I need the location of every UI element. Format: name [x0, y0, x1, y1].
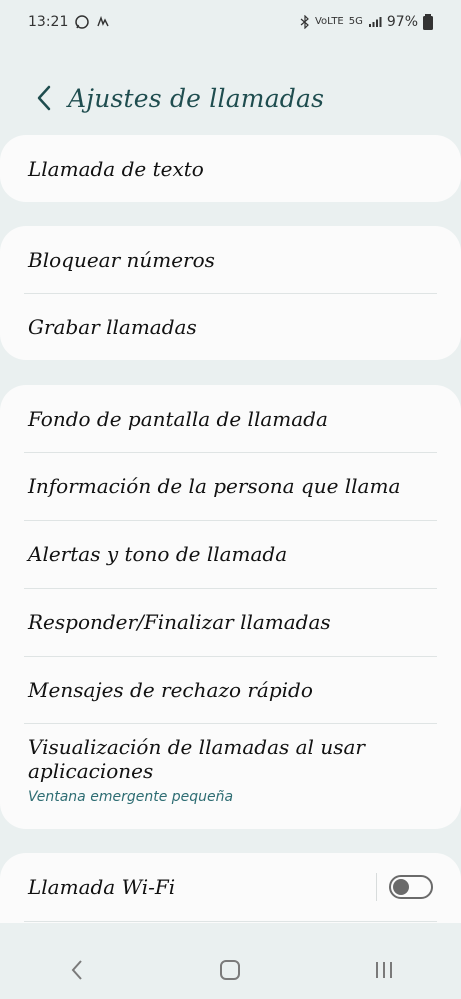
setting-fondo-de-pantalla[interactable]: Fondo de pantalla de llamada: [28, 385, 437, 452]
status-bar: 13:21 VoLTE 5G 97%: [0, 0, 461, 48]
nav-back-button[interactable]: [47, 950, 107, 990]
divider: [24, 723, 437, 724]
setting-label: Información de la persona que llama: [28, 474, 401, 498]
setting-subtitle: Ventana emergente pequeña: [28, 789, 234, 805]
setting-label: Llamada de texto: [28, 156, 204, 181]
nav-recents-button[interactable]: [354, 950, 414, 990]
setting-label: Mensajes de rechazo rápido: [28, 677, 313, 702]
navigation-bar: [0, 940, 461, 999]
card-llamada-wifi: Llamada Wi-Fi: [0, 853, 461, 923]
setting-label: Grabar llamadas: [28, 314, 197, 339]
card-bloqueo-grabacion: Bloquear números Grabar llamadas: [0, 226, 461, 360]
setting-mensajes-rechazo[interactable]: Mensajes de rechazo rápido: [28, 656, 437, 723]
volte-icon: VoLTE: [314, 16, 344, 27]
setting-label: Llamada Wi-Fi: [28, 874, 176, 899]
bluetooth-icon: [300, 15, 310, 29]
setting-label: Alertas y tono de llamada: [28, 542, 288, 566]
setting-visualizacion-llamadas[interactable]: Visualización de llamadas al usar aplica…: [28, 735, 437, 819]
toggle-knob: [393, 879, 409, 895]
setting-label: Visualización de llamadas al usar aplica…: [28, 735, 365, 783]
5g-icon: 5G: [348, 16, 363, 27]
setting-label: Fondo de pantalla de llamada: [28, 406, 328, 431]
card-llamada-de-texto: Llamada de texto: [0, 135, 461, 202]
setting-informacion-persona[interactable]: Información de la persona que llama: [28, 452, 437, 520]
notification-icon: [96, 16, 110, 28]
status-right: VoLTE 5G 97%: [300, 14, 433, 30]
status-time: 13:21: [28, 14, 69, 30]
page-title: Ajustes de llamadas: [68, 83, 325, 113]
setting-llamada-de-texto[interactable]: Llamada de texto: [28, 135, 437, 202]
setting-alertas-tono[interactable]: Alertas y tono de llamada: [28, 520, 437, 588]
battery-icon: [423, 14, 433, 30]
battery-percent: 97%: [386, 14, 418, 30]
status-left: 13:21: [28, 14, 110, 30]
home-nav-icon: [220, 959, 241, 980]
setting-label: Bloquear números: [28, 247, 215, 272]
chevron-left-icon: [37, 85, 51, 111]
toggle-wrap: [376, 873, 433, 901]
setting-responder-finalizar[interactable]: Responder/Finalizar llamadas: [28, 588, 437, 656]
back-nav-icon: [71, 959, 82, 980]
nav-home-button[interactable]: [200, 950, 260, 990]
recents-nav-icon: [376, 961, 393, 978]
setting-grabar-llamadas[interactable]: Grabar llamadas: [28, 293, 437, 360]
setting-label: Responder/Finalizar llamadas: [28, 610, 331, 634]
back-button[interactable]: [20, 74, 68, 122]
whatsapp-icon: [74, 14, 90, 30]
header: Ajustes de llamadas: [0, 72, 461, 124]
wifi-calling-toggle[interactable]: [389, 875, 433, 899]
divider: [24, 921, 437, 922]
card-ajustes-llamada: Fondo de pantalla de llamada Información…: [0, 385, 461, 829]
setting-bloquear-numeros[interactable]: Bloquear números: [28, 226, 437, 293]
signal-icon: [368, 16, 382, 28]
toggle-separator: [376, 873, 377, 901]
